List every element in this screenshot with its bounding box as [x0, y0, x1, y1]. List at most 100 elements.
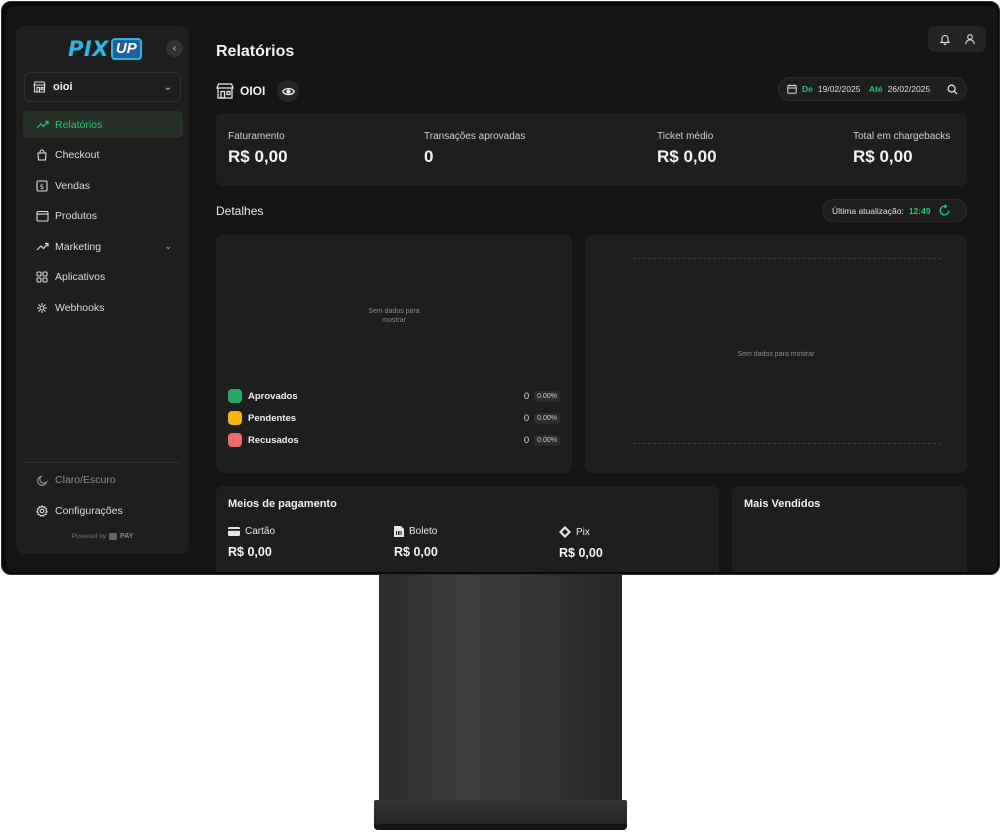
powered-by-brand: PAY — [120, 533, 134, 540]
metric-faturamento: Faturamento R$ 0,00 — [228, 131, 288, 167]
date-range-filter[interactable]: De 19/02/2025 Até 26/02/2025 — [778, 77, 967, 101]
legend-aprovados: Aprovados 0 0.00% — [228, 388, 560, 404]
moon-icon — [34, 474, 50, 486]
payment-method-label: Cartão — [245, 526, 276, 537]
sidebar-item-vendas[interactable]: $ Vendas — [23, 172, 183, 199]
payment-method-value: R$ 0,00 — [228, 545, 272, 559]
metric-transacoes: Transações aprovadas 0 — [424, 131, 525, 167]
sidebar-item-checkout[interactable]: Checkout — [23, 142, 183, 169]
metric-value: R$ 0,00 — [228, 147, 288, 166]
svg-text:$: $ — [40, 183, 44, 191]
metric-label: Total em chargebacks — [853, 131, 951, 142]
powered-by-text: Powered by — [71, 533, 107, 540]
legend-label: Pendentes — [248, 412, 297, 424]
chart-gridline-bottom — [633, 443, 941, 444]
top-sellers-title: Mais Vendidos — [744, 498, 821, 510]
legend-pendentes: Pendentes 0 0.00% — [228, 410, 560, 426]
box-icon — [34, 210, 50, 222]
brand-logo[interactable]: PIX UP — [68, 37, 142, 61]
collapse-sidebar-button[interactable]: ‹ — [166, 40, 183, 57]
legend-percent: 0.00% — [534, 412, 560, 424]
toggle-visibility-button[interactable] — [277, 80, 300, 102]
payment-method-value: R$ 0,00 — [394, 545, 438, 559]
store-select[interactable]: oioi ⌄ — [24, 72, 181, 102]
metric-chargebacks: Total em chargebacks R$ 0,00 — [853, 131, 950, 167]
legend-count: 0 — [523, 390, 530, 402]
donut-empty-line-2: mostrar — [382, 317, 406, 324]
legend-count: 0 — [523, 412, 530, 424]
pay-logo-icon — [109, 533, 118, 540]
legend-swatch — [228, 389, 242, 403]
payment-methods-panel: Meios de pagamento Cartão R$ 0,00 Boleto… — [216, 486, 719, 572]
config-label: Configurações — [55, 505, 123, 517]
sidebar-item-webhooks[interactable]: Webhooks — [23, 294, 183, 321]
metric-value: 0 — [424, 147, 434, 166]
chart-empty-message: Sem dados para mostrar — [737, 351, 815, 358]
sidebar-item-label: Marketing — [55, 240, 102, 253]
legend-label: Aprovados — [248, 390, 298, 402]
sidebar-item-configuracoes[interactable]: Configurações — [34, 505, 123, 517]
chevron-down-icon: ⌄ — [164, 241, 172, 251]
store-select-value: oioi — [53, 81, 73, 93]
monitor-stand-base — [374, 800, 627, 830]
sidebar-item-label: Aplicativos — [55, 271, 106, 283]
legend-swatch — [228, 433, 242, 447]
refresh-icon[interactable] — [938, 204, 951, 217]
page-title: Relatórios — [216, 43, 295, 60]
calendar-icon — [787, 84, 797, 94]
chart-gridline-top — [633, 258, 941, 259]
dollar-square-icon: $ — [34, 179, 50, 192]
legend-swatch — [228, 411, 242, 425]
status-donut-panel: Sem dados para mostrar Aprovados 0 0.00%… — [216, 235, 572, 473]
donut-empty-message: Sem dados para mostrar — [344, 307, 444, 325]
sidebar-item-aplicativos[interactable]: Aplicativos — [23, 264, 183, 291]
last-update-time: 12:49 — [908, 205, 931, 216]
eye-icon — [281, 87, 295, 96]
payment-method-header: Boleto — [394, 526, 438, 537]
payment-method-label: Boleto — [409, 526, 438, 537]
payment-method-header: Cartão — [228, 526, 275, 537]
monitor-stand-neck — [379, 570, 622, 810]
details-title: Detalhes — [216, 204, 264, 218]
sales-chart-panel: Sem dados para mostrar — [585, 235, 967, 473]
payment-method-header: Pix — [559, 526, 603, 538]
legend-label: Recusados — [248, 434, 299, 446]
sidebar-item-label: Webhooks — [55, 301, 105, 314]
credit-card-icon — [228, 527, 240, 536]
sidebar-nav: Relatórios Checkout $ Vendas Produtos Ma… — [23, 111, 183, 325]
date-to-input[interactable]: 26/02/2025 — [888, 84, 934, 94]
last-update-label: Última atualização: — [832, 205, 904, 216]
theme-toggle-label: Claro/Escuro — [55, 474, 116, 486]
legend-percent: 0.00% — [534, 434, 560, 446]
logo-text-pix: PIX — [68, 37, 109, 61]
top-sellers-panel: Mais Vendidos — [732, 486, 967, 572]
search-icon[interactable] — [947, 83, 958, 95]
payment-method-pix: Pix R$ 0,00 — [559, 526, 603, 560]
date-from-input[interactable]: 19/02/2025 — [818, 84, 864, 94]
sidebar-item-produtos[interactable]: Produtos — [23, 203, 183, 230]
sidebar-item-marketing[interactable]: Marketing ⌄ — [23, 233, 183, 260]
metric-ticket-medio: Ticket médio R$ 0,00 — [657, 131, 717, 167]
app-screen: PIX UP ‹ oioi ⌄ Relatórios Checkout $ Ve… — [6, 6, 997, 572]
top-actions — [928, 26, 986, 52]
user-icon[interactable] — [964, 33, 976, 45]
sidebar-divider — [24, 462, 181, 463]
metrics-card: Faturamento R$ 0,00 Transações aprovadas… — [216, 113, 967, 186]
powered-by: Powered by PAY — [16, 533, 189, 540]
theme-toggle[interactable]: Claro/Escuro — [34, 474, 116, 486]
payment-method-value: R$ 0,00 — [559, 546, 603, 560]
metric-label: Faturamento — [228, 131, 285, 142]
sidebar-item-relatorios[interactable]: Relatórios — [23, 111, 183, 138]
payment-method-label: Pix — [576, 526, 590, 538]
sidebar-item-label: Produtos — [55, 210, 98, 222]
current-store: OIOI — [216, 80, 300, 102]
store-icon — [216, 83, 234, 99]
date-to-label: Até — [868, 84, 883, 94]
bell-icon[interactable] — [939, 33, 951, 45]
payment-method-cartao: Cartão R$ 0,00 — [228, 526, 275, 559]
store-name: OIOI — [240, 84, 266, 98]
payment-method-boleto: Boleto R$ 0,00 — [394, 526, 438, 559]
sidebar-item-label: Vendas — [55, 179, 91, 192]
date-from-label: De — [802, 84, 813, 94]
monitor-bezel: PIX UP ‹ oioi ⌄ Relatórios Checkout $ Ve… — [1, 1, 1000, 575]
